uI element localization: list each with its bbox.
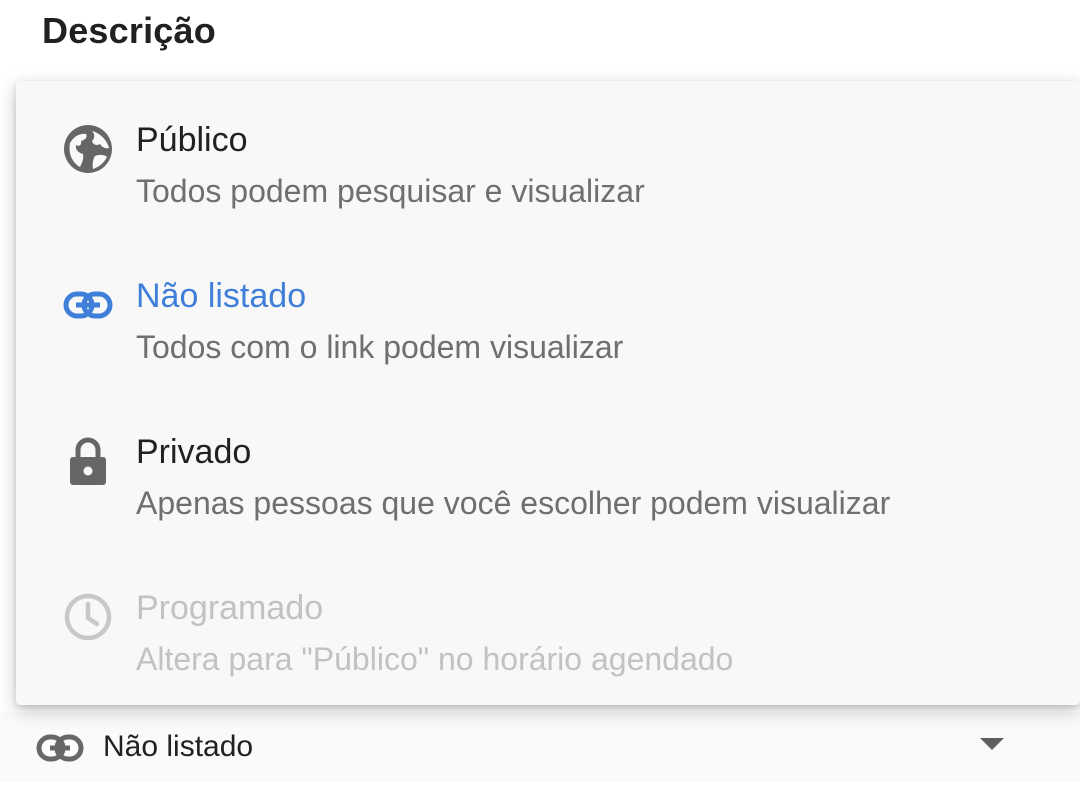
menu-item-public[interactable]: Público Todos podem pesquisar e visualiz… xyxy=(16,81,1080,237)
link-icon xyxy=(63,291,113,319)
lock-icon xyxy=(70,437,106,485)
clock-icon xyxy=(64,593,112,641)
menu-item-description: Altera para "Público" no horário agendad… xyxy=(136,641,734,677)
menu-item-description: Apenas pessoas que você escolher podem v… xyxy=(136,485,891,521)
menu-item-scheduled: Programado Altera para "Público" no horá… xyxy=(16,549,1080,705)
visibility-select-value: Não listado xyxy=(103,730,254,763)
chevron-down-icon[interactable] xyxy=(980,738,1004,752)
visibility-menu: Público Todos podem pesquisar e visualiz… xyxy=(16,81,1080,705)
menu-item-title: Não listado xyxy=(136,277,307,315)
link-icon xyxy=(36,734,84,762)
menu-item-title: Privado xyxy=(136,433,252,471)
section-title: Descrição xyxy=(42,10,216,51)
menu-item-title: Público xyxy=(136,121,248,159)
menu-item-description: Todos podem pesquisar e visualizar xyxy=(136,173,645,209)
globe-icon xyxy=(64,125,112,173)
visibility-select[interactable]: Não listado xyxy=(0,712,1080,782)
menu-item-unlisted[interactable]: Não listado Todos com o link podem visua… xyxy=(16,237,1080,393)
menu-item-description: Todos com o link podem visualizar xyxy=(136,329,624,365)
menu-item-title: Programado xyxy=(136,589,324,627)
menu-item-private[interactable]: Privado Apenas pessoas que você escolher… xyxy=(16,393,1080,549)
